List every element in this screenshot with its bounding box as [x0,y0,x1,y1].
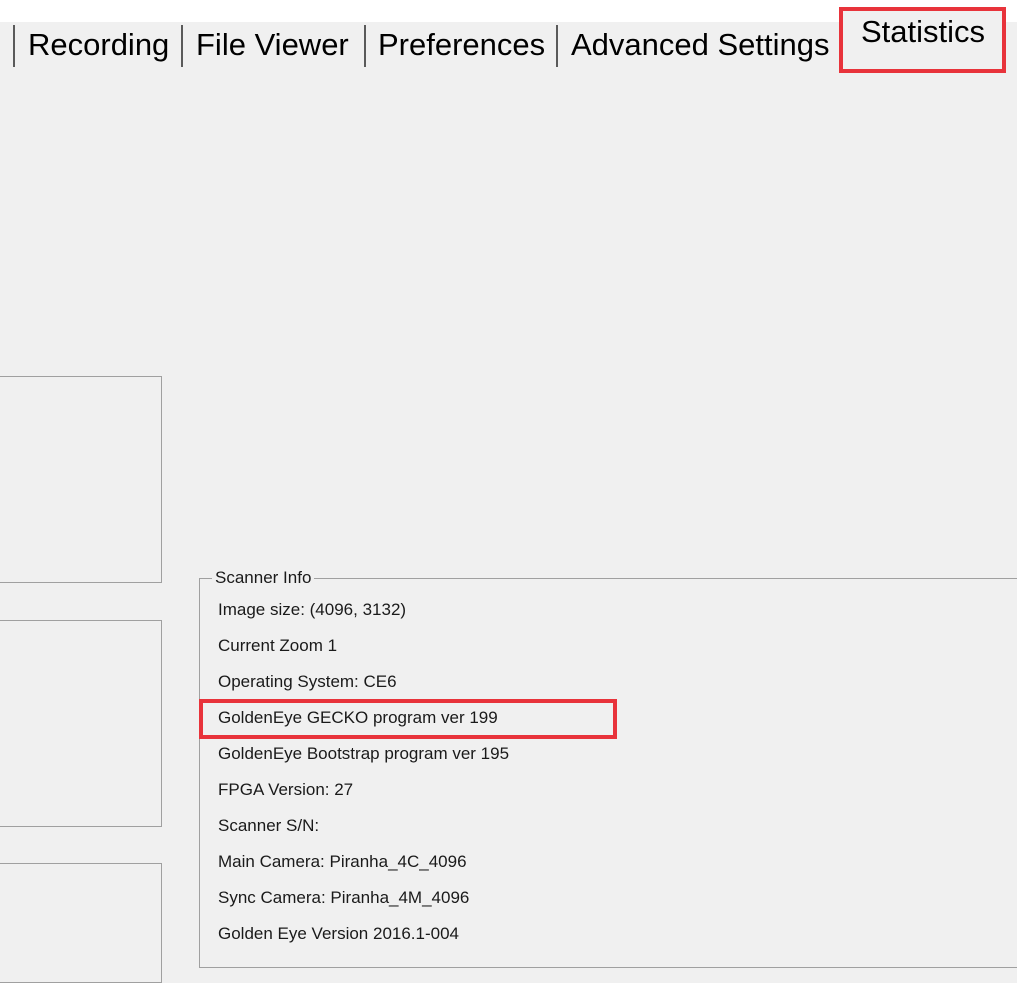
tab-divider [556,25,558,67]
bootstrap-program-line: GoldenEye Bootstrap program ver 195 [218,744,510,763]
left-panel-box [0,376,162,583]
fpga-version-line: FPGA Version: 27 [218,780,354,799]
tab-divider [364,25,366,67]
tab-preferences[interactable]: Preferences [378,27,545,63]
gecko-highlight [199,699,617,739]
tab-statistics-label: Statistics [861,14,986,49]
operating-system-line: Operating System: CE6 [218,672,397,691]
main-camera-line: Main Camera: Piranha_4C_4096 [218,852,467,871]
tab-advanced-settings[interactable]: Advanced Settings [571,27,830,63]
tab-file-viewer[interactable]: File Viewer [196,27,349,63]
left-panel-box [0,863,162,983]
scanner-info-title: Scanner Info [212,568,315,588]
current-zoom-line: Current Zoom 1 [218,636,338,655]
tab-divider [181,25,183,67]
golden-eye-version-line: Golden Eye Version 2016.1-004 [218,924,460,943]
tab-recording[interactable]: Recording [28,27,169,63]
image-size-line: Image size: (4096, 3132) [218,600,407,619]
left-panel-box [0,620,162,827]
tab-bar: Recording File Viewer Preferences Advanc… [0,0,1017,80]
tab-statistics[interactable]: Statistics [839,7,1006,73]
scanner-sn-line: Scanner S/N: [218,816,320,835]
sync-camera-line: Sync Camera: Piranha_4M_4096 [218,888,470,907]
tab-divider [13,25,15,67]
